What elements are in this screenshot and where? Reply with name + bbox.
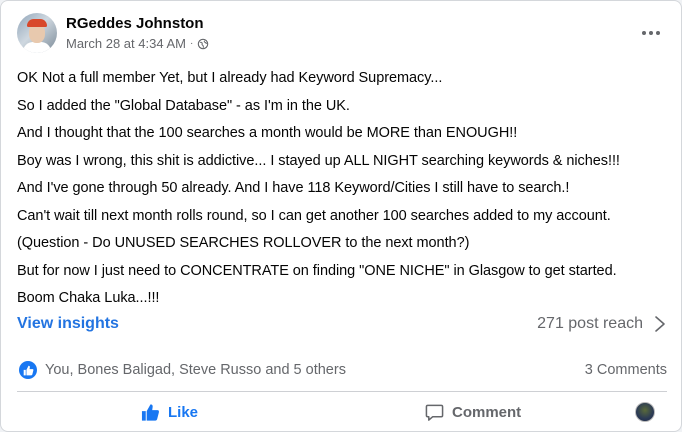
- action-bar: Like Comment: [17, 395, 667, 429]
- like-button-label: Like: [168, 403, 199, 421]
- post-line: Boy was I wrong, this shit is addictive.…: [17, 152, 620, 169]
- insights-row: View insights 271 post reach: [17, 313, 667, 339]
- author-avatar[interactable]: [17, 13, 57, 53]
- comments-count[interactable]: 3 Comments: [585, 362, 667, 378]
- comment-icon: [425, 404, 444, 421]
- view-insights-link[interactable]: View insights: [17, 315, 119, 333]
- globe-icon[interactable]: [197, 38, 209, 50]
- comment-button[interactable]: Comment: [425, 395, 521, 429]
- post-header: RGeddes Johnston March 28 at 4:34 AM ·: [17, 13, 667, 55]
- meta-separator: ·: [189, 38, 194, 49]
- comment-button-label: Comment: [452, 403, 522, 421]
- post-line: OK Not a full member Yet, but I already …: [17, 70, 443, 86]
- post-reach-label: 271 post reach: [537, 315, 643, 332]
- divider: [17, 391, 667, 392]
- post-text: OK Not a full member Yet, but I already …: [17, 65, 667, 313]
- post-reach[interactable]: 271 post reach: [537, 315, 667, 333]
- author-name[interactable]: RGeddes Johnston: [66, 15, 204, 32]
- post-line: And I've gone through 50 already. And I …: [17, 180, 570, 196]
- like-button[interactable]: Like: [141, 395, 198, 429]
- like-reaction-icon[interactable]: [19, 361, 37, 379]
- post-line: (Question - Do UNUSED SEARCHES ROLLOVER …: [17, 235, 470, 251]
- post-line: But for now I just need to CONCENTRATE o…: [17, 262, 617, 279]
- post-line: Can't wait till next month rolls round, …: [17, 207, 611, 224]
- post-timestamp[interactable]: March 28 at 4:34 AM: [66, 36, 186, 51]
- more-options-button[interactable]: [639, 21, 663, 45]
- post-line: And I thought that the 100 searches a mo…: [17, 125, 518, 141]
- post-line: Boom Chaka Luka...!!!: [17, 290, 160, 306]
- post-meta: March 28 at 4:34 AM ·: [66, 36, 209, 51]
- thumbs-up-icon: [141, 403, 159, 421]
- reactions-summary[interactable]: You, Bones Baligad, Steve Russo and 5 ot…: [45, 362, 346, 378]
- post-card: RGeddes Johnston March 28 at 4:34 AM · O…: [0, 0, 682, 432]
- reactions-row: You, Bones Baligad, Steve Russo and 5 ot…: [17, 359, 667, 383]
- chevron-right-icon: [655, 316, 665, 332]
- page-avatar-selector[interactable]: [635, 402, 655, 422]
- post-line: So I added the "Global Database" - as I'…: [17, 97, 350, 114]
